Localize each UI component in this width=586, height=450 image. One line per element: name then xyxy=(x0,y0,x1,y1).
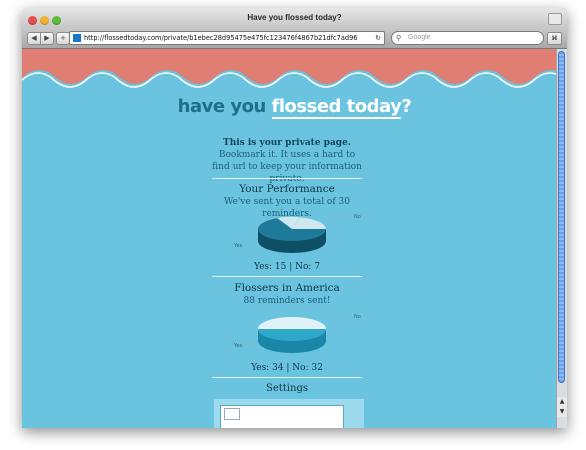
search-field[interactable]: ⚲ Google xyxy=(391,31,544,45)
add-bookmark-button[interactable]: + xyxy=(56,32,70,45)
minimize-button[interactable] xyxy=(40,16,49,25)
search-placeholder: Google xyxy=(408,34,431,41)
vertical-scrollbar[interactable]: ▲ ▼ xyxy=(556,49,567,428)
divider xyxy=(212,377,362,378)
bookmarks-button[interactable]: ⌘ xyxy=(547,32,562,45)
america-stats: Yes: 34 | No: 32 xyxy=(251,363,323,373)
mail-icon xyxy=(224,408,240,420)
scroll-up-arrow[interactable]: ▲ xyxy=(557,397,567,407)
forward-button[interactable]: ▶ xyxy=(40,32,54,45)
zoom-button[interactable] xyxy=(52,16,61,25)
browser-toolbar: ◀ ▶ + http://flossedtoday.com/private/b1… xyxy=(22,28,567,49)
divider xyxy=(212,276,362,277)
perf-pie-no-label: No xyxy=(354,214,361,220)
toolbar-toggle-button[interactable] xyxy=(548,13,562,25)
search-icon: ⚲ xyxy=(396,34,402,42)
america-pie-chart xyxy=(235,316,348,353)
logo-text-flossed-today: flossed today xyxy=(271,96,402,119)
america-pie-yes-label: Yes xyxy=(234,343,243,349)
settings-panel xyxy=(214,399,364,428)
url-text: http://flossedtoday.com/private/b1ebec28… xyxy=(84,34,358,42)
pie-slice-no xyxy=(258,317,326,329)
performance-title: Your Performance xyxy=(239,183,335,195)
divider xyxy=(212,178,362,179)
settings-title: Settings xyxy=(266,383,308,394)
america-section: Flossers in America 88 reminders sent! xyxy=(212,282,362,307)
intro-bold: This is your private page. xyxy=(223,138,351,148)
wave-banner xyxy=(22,49,567,88)
scroll-down-arrow[interactable]: ▼ xyxy=(557,407,567,417)
address-bar[interactable]: http://flossedtoday.com/private/b1ebec28… xyxy=(69,31,385,45)
title-bar: Have you flossed today? xyxy=(22,8,567,28)
logo-text-have-you: have you xyxy=(177,96,272,117)
close-button[interactable] xyxy=(28,16,37,25)
page-content: have you flossed today? This is your pri… xyxy=(22,49,567,428)
reload-icon[interactable]: ↻ xyxy=(375,32,381,44)
site-logo[interactable]: have you flossed today? xyxy=(22,96,567,119)
browser-window: Have you flossed today? ◀ ▶ + http://flo… xyxy=(22,8,567,428)
window-title: Have you flossed today? xyxy=(247,13,342,22)
back-button[interactable]: ◀ xyxy=(27,32,41,45)
scrollbar-thumb[interactable] xyxy=(558,51,565,383)
logo-question-mark: ? xyxy=(401,96,412,117)
performance-pie-chart xyxy=(235,216,348,253)
site-favicon-icon xyxy=(73,34,81,42)
perf-pie-yes-label: Yes xyxy=(234,243,243,249)
email-field[interactable] xyxy=(220,405,344,428)
america-pie-no-label: No xyxy=(354,314,361,320)
performance-stats: Yes: 15 | No: 7 xyxy=(253,262,321,272)
america-title: Flossers in America xyxy=(234,282,340,294)
america-subtitle: 88 reminders sent! xyxy=(243,296,331,306)
